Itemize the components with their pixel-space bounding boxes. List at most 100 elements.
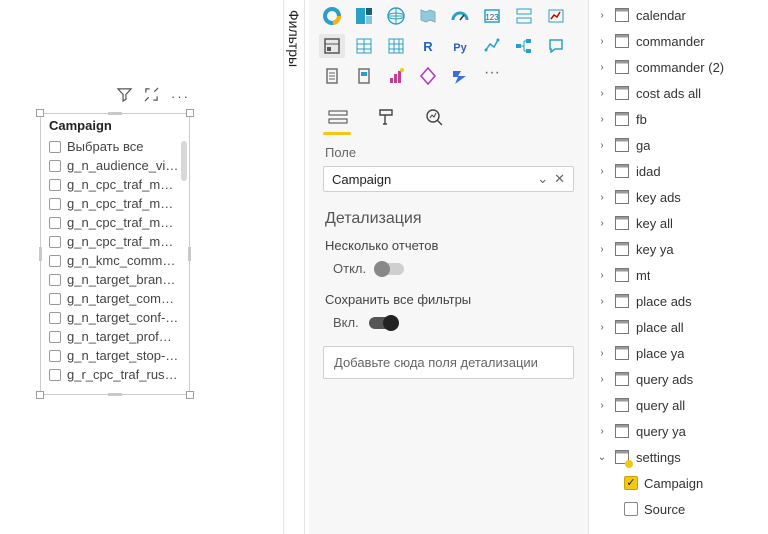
viz-r-icon[interactable]: R: [415, 34, 441, 58]
slicer-item[interactable]: g_n_kmc_common_...: [49, 251, 179, 270]
viz-key-influencers-icon[interactable]: [479, 34, 505, 58]
field-checkbox[interactable]: ✓: [624, 476, 638, 490]
viz-powerapps-icon[interactable]: [415, 64, 441, 88]
checkbox-icon[interactable]: [49, 274, 61, 286]
tab-fields-icon[interactable]: [325, 104, 351, 130]
field-well[interactable]: Campaign ⌄ ✕: [323, 166, 574, 192]
chevron-down-icon[interactable]: ⌄: [596, 452, 608, 463]
table-row[interactable]: ›place ya: [592, 340, 768, 366]
remove-field-icon[interactable]: ✕: [554, 171, 565, 187]
chevron-right-icon[interactable]: ›: [596, 218, 608, 229]
table-row[interactable]: ›idad: [592, 158, 768, 184]
multi-reports-toggle[interactable]: [376, 263, 404, 275]
table-row[interactable]: ›query all: [592, 392, 768, 418]
viz-donut-icon[interactable]: [319, 4, 345, 28]
slicer-item[interactable]: g_n_cpc_traf_msk_l...: [49, 232, 179, 251]
chevron-down-icon[interactable]: ⌄: [537, 171, 548, 187]
viz-table-icon[interactable]: [351, 34, 377, 58]
table-row[interactable]: ›calendar: [592, 2, 768, 28]
checkbox-icon[interactable]: [49, 141, 61, 153]
table-row[interactable]: ›place all: [592, 314, 768, 340]
viz-card-icon[interactable]: 123: [479, 4, 505, 28]
viz-more-icon[interactable]: ···: [479, 64, 505, 88]
resize-handle[interactable]: [36, 109, 44, 117]
slicer-item[interactable]: g_n_cpc_traf_msk_...: [49, 213, 179, 232]
slicer-item[interactable]: g_r_cpc_traf_rus_re...: [49, 365, 179, 384]
table-row[interactable]: ›cost ads all: [592, 80, 768, 106]
more-options-icon[interactable]: ···: [171, 89, 190, 104]
table-row[interactable]: ›commander: [592, 28, 768, 54]
table-row[interactable]: ›place ads: [592, 288, 768, 314]
table-row[interactable]: ›query ads: [592, 366, 768, 392]
chevron-right-icon[interactable]: ›: [596, 400, 608, 411]
viz-decomp-icon[interactable]: [511, 34, 537, 58]
table-row[interactable]: ›commander (2): [592, 54, 768, 80]
viz-multirow-icon[interactable]: [511, 4, 537, 28]
slicer-list[interactable]: Выбрать всеg_n_audience_visit...g_n_cpc_…: [41, 135, 189, 394]
slicer-item[interactable]: g_n_target_prof_rus: [49, 327, 179, 346]
chevron-right-icon[interactable]: ›: [596, 296, 608, 307]
slicer-item[interactable]: g_n_audience_visit...: [49, 156, 179, 175]
viz-automate-icon[interactable]: [447, 64, 473, 88]
checkbox-icon[interactable]: [49, 198, 61, 210]
keep-filters-toggle[interactable]: [369, 317, 397, 329]
viz-slicer-icon[interactable]: [319, 34, 345, 58]
checkbox-icon[interactable]: [49, 160, 61, 172]
drillthrough-drop-well[interactable]: Добавьте сюда поля детализации: [323, 346, 574, 379]
chevron-right-icon[interactable]: ›: [596, 114, 608, 125]
chevron-right-icon[interactable]: ›: [596, 36, 608, 47]
chevron-right-icon[interactable]: ›: [596, 140, 608, 151]
slicer-item[interactable]: g_n_cpc_traf_msk_...: [49, 175, 179, 194]
chevron-right-icon[interactable]: ›: [596, 62, 608, 73]
table-row[interactable]: ›fb: [592, 106, 768, 132]
checkbox-icon[interactable]: [49, 217, 61, 229]
resize-handle[interactable]: [186, 109, 194, 117]
filter-icon[interactable]: [117, 87, 132, 105]
chevron-right-icon[interactable]: ›: [596, 270, 608, 281]
checkbox-icon[interactable]: [49, 369, 61, 381]
checkbox-icon[interactable]: [49, 331, 61, 343]
viz-map-icon[interactable]: [383, 4, 409, 28]
slicer-item[interactable]: g_n_target_stop-b...: [49, 346, 179, 365]
chevron-right-icon[interactable]: ›: [596, 192, 608, 203]
checkbox-icon[interactable]: [49, 350, 61, 362]
slicer-item[interactable]: g_n_target_brand_r...: [49, 270, 179, 289]
scrollbar-thumb[interactable]: [181, 141, 187, 181]
table-row[interactable]: ›ga: [592, 132, 768, 158]
checkbox-icon[interactable]: [49, 293, 61, 305]
table-row[interactable]: ›key ya: [592, 236, 768, 262]
tab-analytics-icon[interactable]: [421, 104, 447, 130]
table-row[interactable]: ›key all: [592, 210, 768, 236]
viz-arcgis-icon[interactable]: [351, 64, 377, 88]
slicer-item[interactable]: Выбрать все: [49, 137, 179, 156]
viz-smart-icon[interactable]: [383, 64, 409, 88]
checkbox-icon[interactable]: [49, 179, 61, 191]
chevron-right-icon[interactable]: ›: [596, 244, 608, 255]
slicer-item[interactable]: g_n_cpc_traf_msk_...: [49, 194, 179, 213]
viz-treemap-icon[interactable]: [351, 4, 377, 28]
slicer-item[interactable]: g_n_target_compet...: [49, 289, 179, 308]
chevron-right-icon[interactable]: ›: [596, 322, 608, 333]
chevron-right-icon[interactable]: ›: [596, 166, 608, 177]
table-row[interactable]: ⌄settings: [592, 444, 768, 470]
viz-qa-icon[interactable]: [543, 34, 569, 58]
table-row[interactable]: ›query ya: [592, 418, 768, 444]
table-row[interactable]: ›key ads: [592, 184, 768, 210]
filters-pane-collapsed[interactable]: Фильтры: [283, 0, 305, 534]
slicer-visual[interactable]: ··· Campaign Выбрать всеg_n_audience_vis…: [40, 85, 190, 395]
chevron-right-icon[interactable]: ›: [596, 88, 608, 99]
chevron-right-icon[interactable]: ›: [596, 374, 608, 385]
viz-paginated-icon[interactable]: [319, 64, 345, 88]
checkbox-icon[interactable]: [49, 312, 61, 324]
viz-matrix-icon[interactable]: [383, 34, 409, 58]
checkbox-icon[interactable]: [49, 255, 61, 267]
field-row[interactable]: ✓Campaign: [592, 470, 768, 496]
slicer-item[interactable]: g_n_target_conf-sc...: [49, 308, 179, 327]
chevron-right-icon[interactable]: ›: [596, 10, 608, 21]
viz-filled-map-icon[interactable]: [415, 4, 441, 28]
chevron-right-icon[interactable]: ›: [596, 426, 608, 437]
viz-python-icon[interactable]: Py: [447, 34, 473, 58]
viz-kpi-icon[interactable]: [543, 4, 569, 28]
resize-handle[interactable]: [108, 112, 122, 115]
focus-mode-icon[interactable]: [144, 87, 159, 105]
